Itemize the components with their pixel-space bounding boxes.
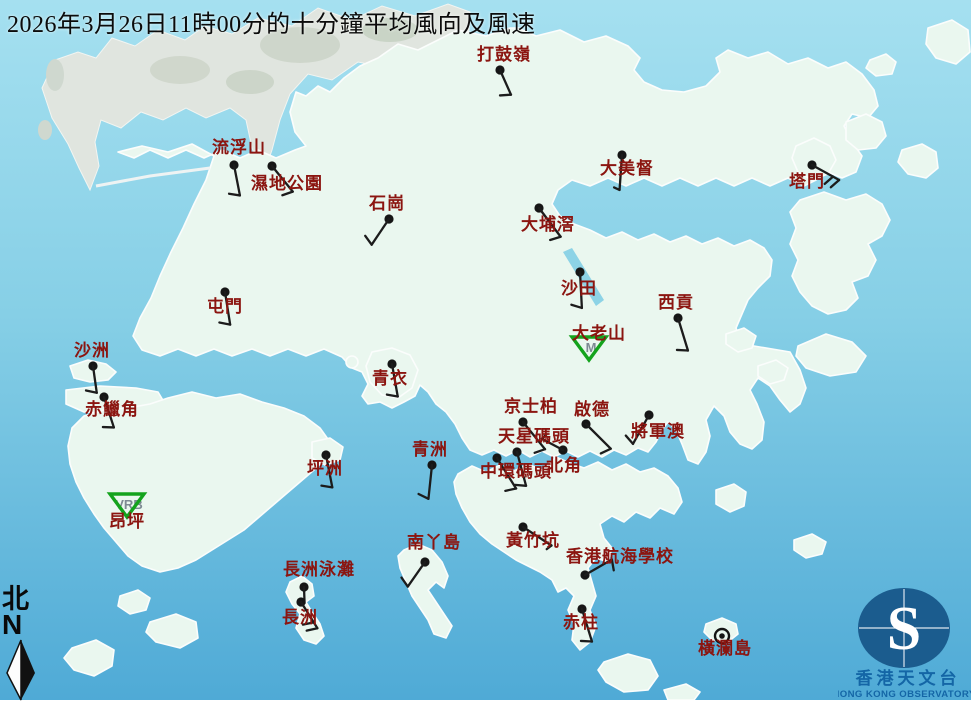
compass-letter: N [2, 611, 42, 639]
station-label-lau-fau-shan: 流浮山 [212, 139, 266, 157]
hko-logo-chinese: 香港天文台 [856, 668, 961, 688]
station-label-stanley: 赤柱 [563, 614, 599, 632]
station-label-ngong-ping: 昂坪 [109, 513, 145, 531]
wind-map-stage: MVRB 打鼓嶺流浮山濕地公園石崗 大美督塔門大埔滘沙田西貢 屯門沙洲赤鱲角 青衣 大老… [0, 0, 971, 700]
station-label-kings-park: 京士柏 [504, 398, 558, 416]
station-label-wetland-park: 濕地公園 [251, 175, 323, 193]
station-label-shek-kong: 石崗 [369, 195, 405, 213]
station-label-waglan-island: 橫瀾島 [698, 640, 752, 658]
station-dot-waglan-island [719, 633, 725, 639]
hko-logo-monogram: S [887, 595, 921, 663]
station-label-tai-po-kau: 大埔滘 [521, 216, 575, 234]
station-label-kai-tak: 啟德 [574, 401, 610, 419]
compass-north: 北 N [2, 586, 42, 706]
wind-barb-feather-stanley [581, 641, 592, 642]
station-label-chek-lap-kok: 赤鱲角 [85, 401, 139, 419]
land-ma-wan [346, 356, 358, 368]
map-title: 2026年3月26日11時00分的十分鐘平均風向及風速 [7, 4, 536, 39]
urban-patch [226, 70, 274, 94]
wind-barb-feather-star-ferry [515, 485, 526, 486]
station-label-ta-kwu-ling: 打鼓嶺 [477, 46, 531, 64]
compass-needle-icon [2, 639, 42, 701]
station-label-hk-sea-school: 香港航海學校 [566, 548, 674, 566]
station-label-star-ferry: 天星碼頭 [498, 428, 570, 446]
station-label-tap-mun: 塔門 [789, 173, 825, 191]
wind-barb-feather-sai-kung [677, 350, 688, 351]
station-label-green-island: 青洲 [412, 441, 448, 459]
station-label-tai-mei-tuk: 大美督 [600, 160, 654, 178]
station-label-lamma-island: 南丫島 [407, 534, 461, 552]
station-label-sha-chau: 沙洲 [74, 342, 110, 360]
station-label-central-pier: 中環碼頭 [480, 463, 552, 481]
hko-logo: S 香港天文台 HONG KONG OBSERVATORY [838, 580, 971, 700]
hong-kong-map: MVRB [0, 0, 971, 700]
islet [38, 120, 52, 140]
station-label-cheung-chau-beach: 長洲泳灘 [283, 561, 355, 579]
station-label-tseung-kwan-o: 將軍澳 [631, 423, 685, 441]
station-label-tuen-mun: 屯門 [207, 298, 243, 316]
islet [46, 59, 64, 91]
hko-logo-english: HONG KONG OBSERVATORY [838, 689, 971, 700]
station-label-sai-kung: 西貢 [658, 294, 694, 312]
station-label-peng-chau: 坪洲 [307, 460, 343, 478]
station-label-cheung-chau: 長洲 [282, 609, 318, 627]
station-label-wong-chuk-hang: 黃竹坑 [506, 532, 560, 550]
station-label-tates-cairn: 大老山 [572, 325, 626, 343]
urban-patch [150, 56, 210, 84]
station-label-tsing-yi: 青衣 [372, 370, 408, 388]
wind-barb-feather-ta-kwu-ling [500, 95, 511, 96]
station-label-sha-tin: 沙田 [561, 280, 597, 298]
